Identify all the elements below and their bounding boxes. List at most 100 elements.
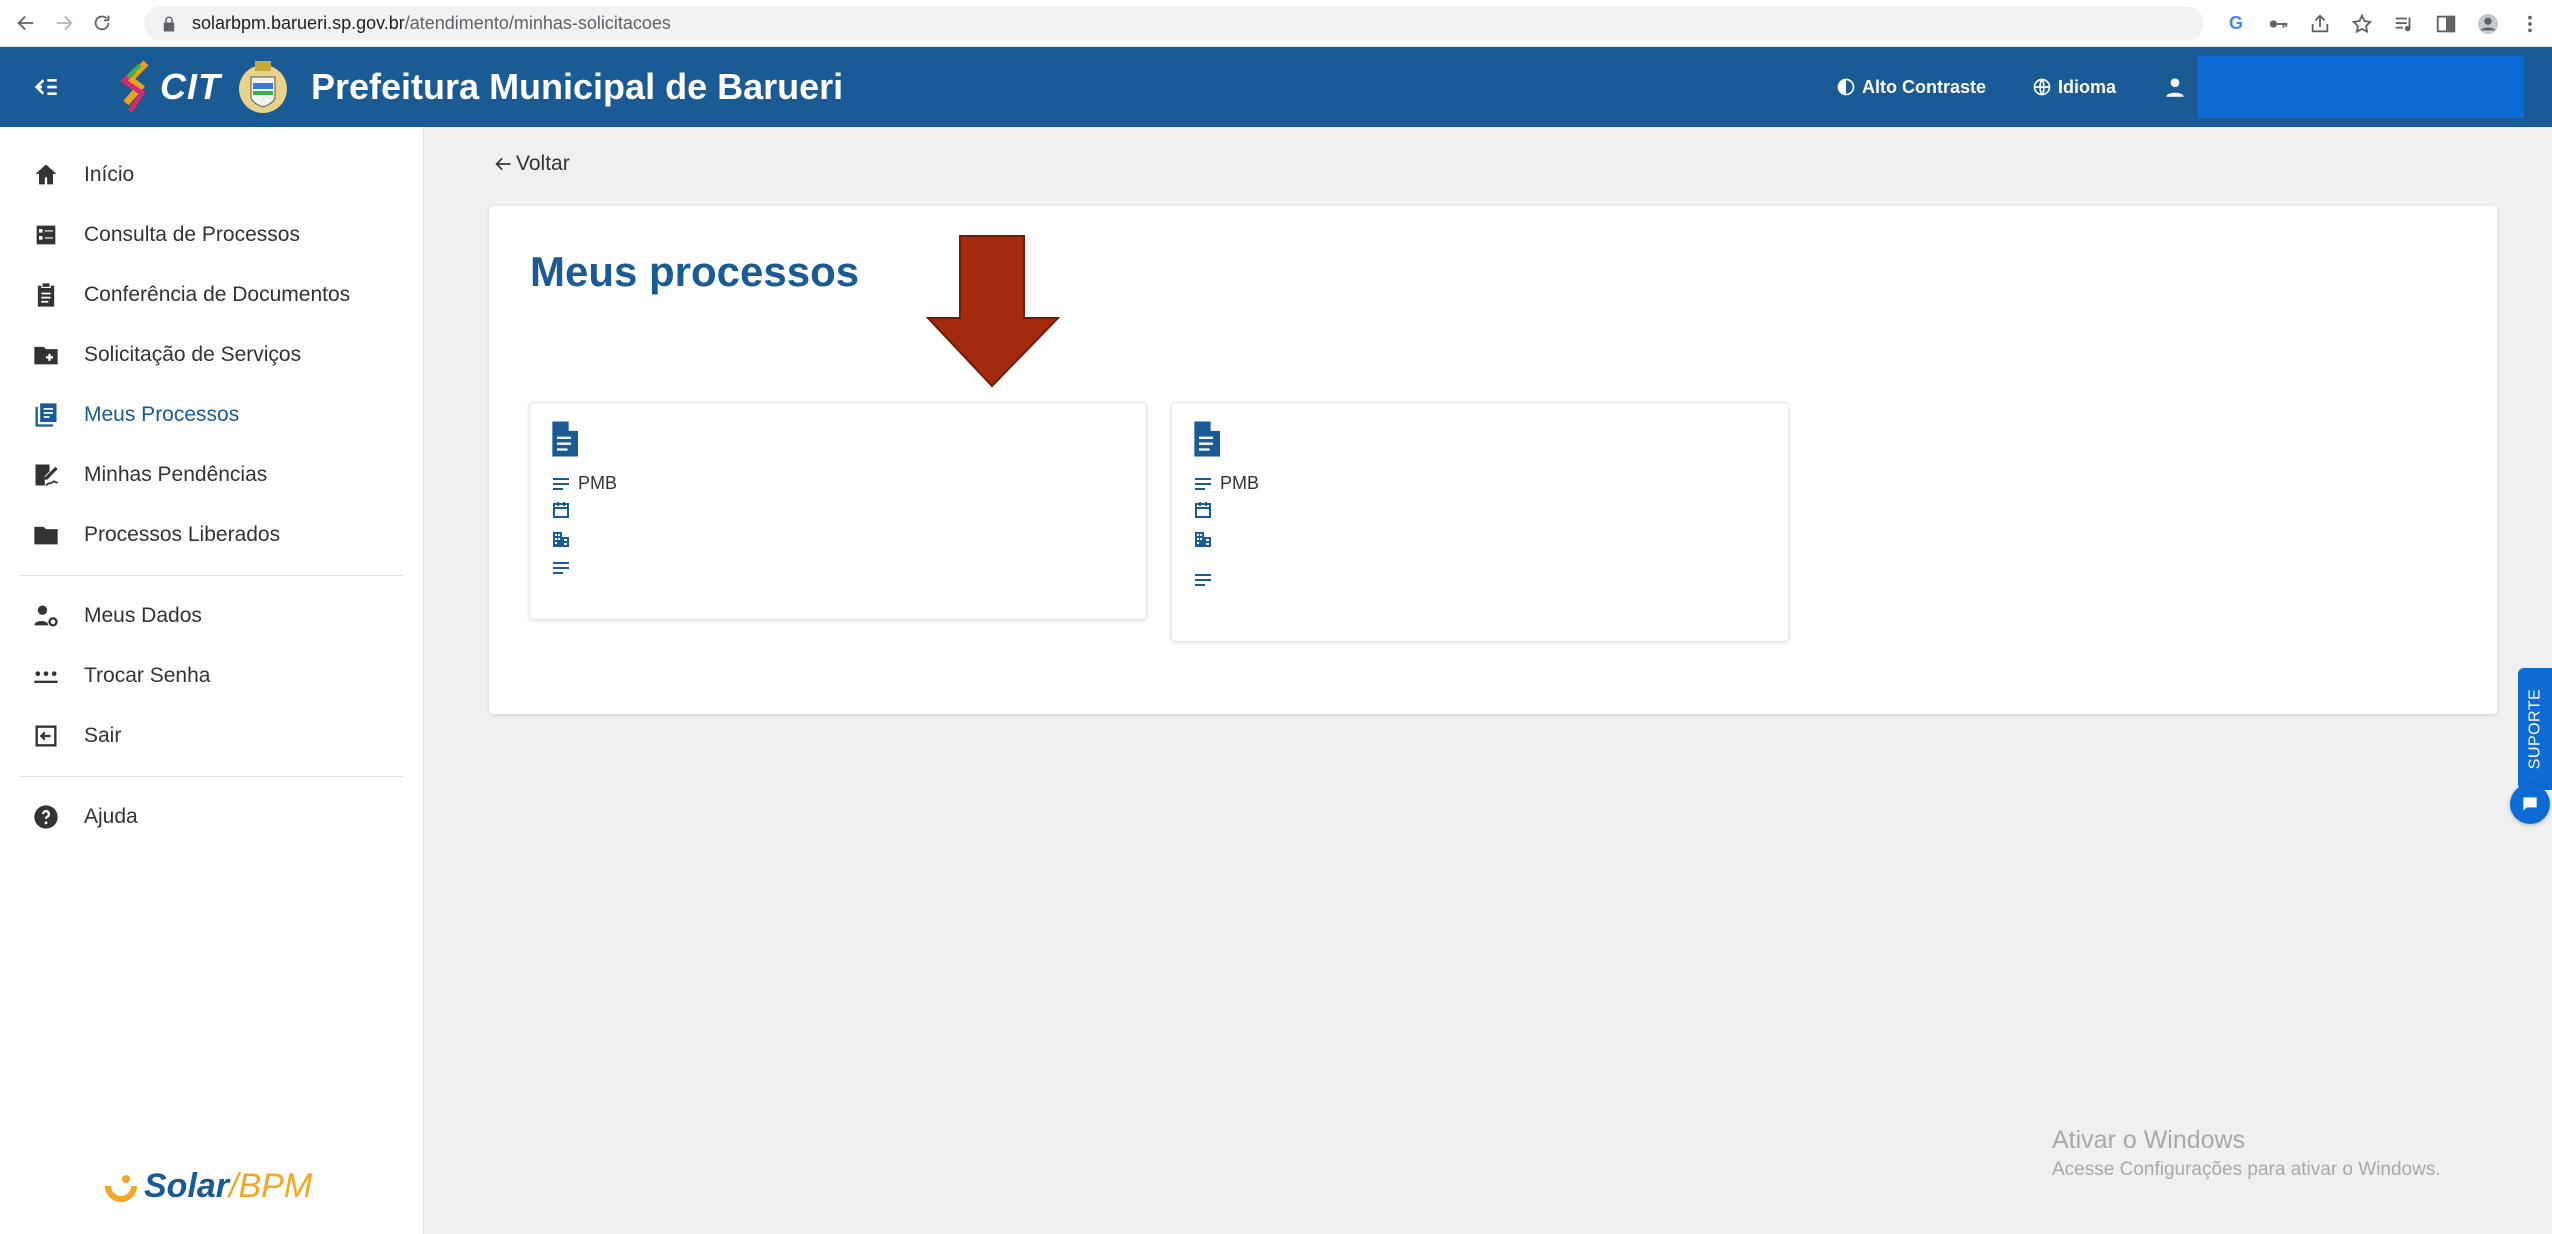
- globe-icon: [2033, 78, 2051, 96]
- process-card[interactable]: PMB: [1171, 402, 1789, 642]
- sidebar-item-label: Solicitação de Serviços: [84, 343, 302, 366]
- sidebar-item-ajuda[interactable]: Ajuda: [0, 787, 423, 847]
- bpm-logo-text: /BPM: [229, 1167, 313, 1205]
- lines-icon: [553, 477, 569, 490]
- url-path: /atendimento/minhas-solicitacoes: [404, 13, 671, 33]
- sidebar-item-meus-dados[interactable]: Meus Dados: [0, 586, 423, 646]
- sidebar-item-processos-liberados[interactable]: Processos Liberados: [0, 505, 423, 565]
- sidebar-item-minhas-pendencias[interactable]: Minhas Pendências: [0, 445, 423, 505]
- star-icon[interactable]: [2348, 10, 2376, 38]
- sun-logo-icon: [105, 1174, 137, 1202]
- language-label: Idioma: [2057, 76, 2116, 97]
- sidebar-item-label: Conferência de Documentos: [84, 283, 351, 306]
- user-settings-icon: [34, 605, 58, 627]
- sidebar-divider: [20, 776, 403, 777]
- sidebar-item-consulta-processos[interactable]: Consulta de Processos: [0, 205, 423, 265]
- card-date-row: [552, 501, 578, 519]
- home-icon: [35, 164, 57, 185]
- password-icon: [34, 671, 58, 683]
- menu-collapse-icon[interactable]: [22, 63, 70, 111]
- user-name-box[interactable]: [2198, 56, 2524, 118]
- card-department-row: [1194, 530, 1220, 548]
- cit-s-logo-icon: [120, 60, 149, 113]
- card-date-row: [1194, 501, 1220, 519]
- windows-activation-watermark: Ativar o Windows Acesse Configurações pa…: [2052, 1126, 2441, 1181]
- watermark-subtitle: Acesse Configurações para ativar o Windo…: [2052, 1159, 2441, 1180]
- calendar-icon: [1195, 502, 1211, 518]
- contrast-icon: [1837, 78, 1855, 96]
- help-icon: [34, 805, 58, 829]
- cit-logo: CIT: [116, 59, 221, 115]
- address-bar[interactable]: solarbpm.barueri.sp.gov.br/atendimento/m…: [144, 6, 2204, 41]
- sidebar-item-label: Ajuda: [84, 805, 138, 828]
- profile-icon[interactable]: [2474, 10, 2502, 38]
- chat-button[interactable]: [2510, 784, 2550, 824]
- solar-bpm-logo: Solar/BPM: [104, 1167, 312, 1206]
- card-org-row: PMB: [1194, 473, 1259, 494]
- sidebar-divider: [20, 575, 403, 576]
- folder-icon: [34, 526, 58, 545]
- process-card[interactable]: PMB: [529, 402, 1147, 620]
- solar-logo-text: Solar: [144, 1167, 230, 1205]
- lines-icon: [1195, 574, 1211, 586]
- sidebar-item-trocar-senha[interactable]: Trocar Senha: [0, 646, 423, 706]
- building-icon: [1195, 532, 1211, 547]
- sidebar-item-meus-processos[interactable]: Meus Processos: [0, 385, 423, 445]
- document-list-icon: [35, 403, 57, 427]
- chat-icon: [2523, 797, 2537, 811]
- cit-logo-text: CIT: [160, 66, 221, 107]
- key-icon[interactable]: [2264, 10, 2292, 38]
- sidebar-item-conferencia-documentos[interactable]: Conferência de Documentos: [0, 265, 423, 325]
- support-label: SUPORTE: [2526, 688, 2543, 770]
- back-button[interactable]: Voltar: [492, 152, 570, 176]
- document-icon: [552, 421, 578, 457]
- card-org: PMB: [578, 473, 618, 493]
- card-description-row: [1194, 571, 1220, 589]
- back-nav-icon[interactable]: [8, 5, 44, 41]
- lock-icon: [163, 16, 175, 31]
- share-icon[interactable]: [2306, 10, 2334, 38]
- google-icon[interactable]: G: [2222, 10, 2250, 38]
- clipboard-icon: [37, 283, 55, 307]
- card-description-row: [552, 559, 578, 577]
- sidebar-item-label: Sair: [84, 724, 122, 747]
- high-contrast-button[interactable]: Alto Contraste: [1836, 77, 1986, 98]
- browser-toolbar: solarbpm.barueri.sp.gov.br/atendimento/m…: [0, 0, 2552, 47]
- sidebar-item-inicio[interactable]: Início: [0, 145, 423, 205]
- sidebar-item-label: Meus Dados: [84, 604, 202, 627]
- logout-icon: [35, 725, 57, 747]
- side-panel-icon[interactable]: [2432, 10, 2460, 38]
- sidebar-item-label: Minhas Pendências: [84, 463, 268, 486]
- app-title: Prefeitura Municipal de Barueri: [311, 66, 844, 107]
- media-icon[interactable]: [2390, 10, 2418, 38]
- coat-of-arms-icon: [239, 61, 287, 113]
- watermark-title: Ativar o Windows: [2052, 1126, 2246, 1154]
- more-menu-icon[interactable]: [2516, 10, 2544, 38]
- down-arrow-annotation-icon: [926, 235, 1060, 388]
- forward-nav-icon[interactable]: [46, 5, 82, 41]
- sidebar: Início Consulta de Processos Conferência…: [0, 127, 424, 1234]
- page-title: Meus processos: [530, 248, 860, 295]
- calendar-icon: [553, 502, 569, 518]
- app-header: CIT Prefeitura Municipal de Barueri Alto…: [0, 47, 2552, 127]
- sidebar-item-label: Processos Liberados: [84, 523, 281, 546]
- card-org-row: PMB: [552, 473, 617, 494]
- reload-icon[interactable]: [84, 5, 120, 41]
- sidebar-item-label: Trocar Senha: [84, 664, 211, 687]
- sidebar-item-label: Início: [84, 163, 135, 186]
- language-button[interactable]: Idioma: [2032, 77, 2116, 98]
- sidebar-item-solicitacao-servicos[interactable]: Solicitação de Serviços: [0, 325, 423, 385]
- lines-icon: [1195, 477, 1211, 490]
- document-icon: [1194, 421, 1220, 457]
- signature-icon: [35, 464, 59, 487]
- back-label: Voltar: [516, 152, 570, 175]
- folder-plus-icon: [34, 346, 58, 365]
- lines-icon: [553, 562, 569, 574]
- url-host: solarbpm.barueri.sp.gov.br: [192, 13, 405, 33]
- sidebar-item-label: Consulta de Processos: [84, 223, 300, 246]
- card-department-row: [552, 530, 578, 548]
- support-tab[interactable]: SUPORTE: [2518, 668, 2552, 790]
- sidebar-item-sair[interactable]: Sair: [0, 706, 423, 766]
- building-icon: [553, 532, 569, 547]
- user-icon[interactable]: [2162, 74, 2188, 100]
